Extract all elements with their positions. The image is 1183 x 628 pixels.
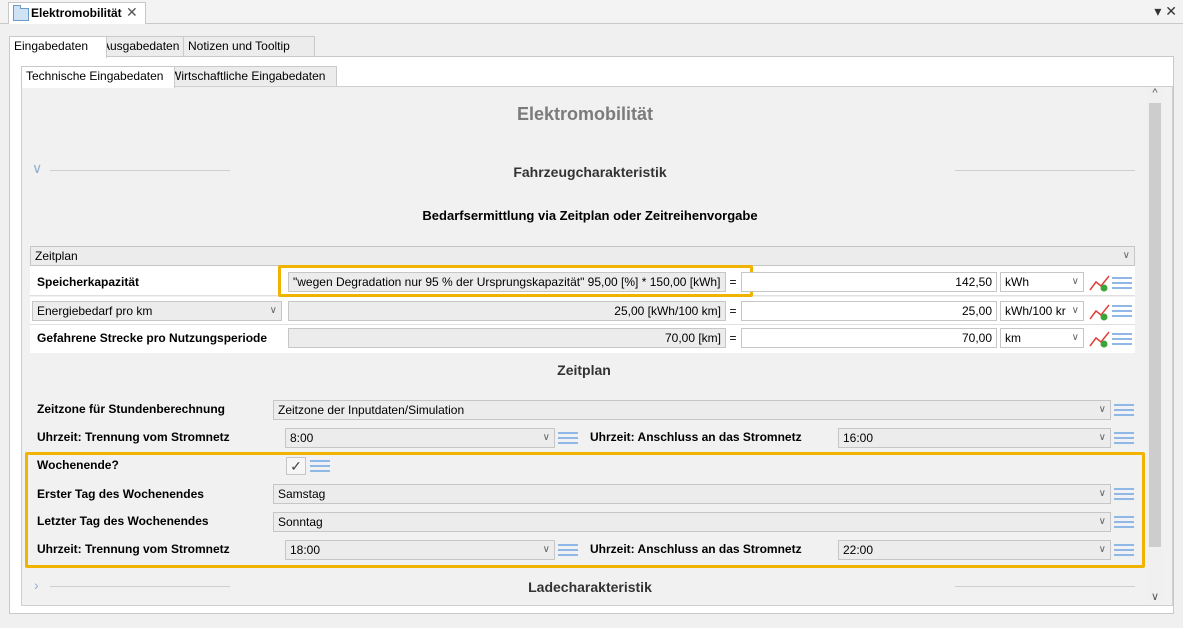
section-fahrzeugcharakteristik: Fahrzeugcharakteristik: [513, 164, 667, 180]
unit-value: kWh/100 kr: [1005, 304, 1066, 318]
select-trennung-wochenende-value: 18:00: [290, 543, 321, 557]
tab-technische-eingabedaten[interactable]: Technische Eingabedaten: [21, 66, 175, 88]
window-controls[interactable]: ▾ ✕: [1154, 3, 1177, 20]
close-icon[interactable]: ✕: [126, 4, 138, 21]
formula-speicherkapazitaet[interactable]: "wegen Degradation nur 95 % der Ursprung…: [288, 272, 726, 292]
chevron-down-icon: ∨: [1071, 332, 1079, 343]
chart-icon[interactable]: [1089, 330, 1111, 348]
chevron-down-icon: ∨: [269, 305, 277, 316]
label-anschluss-werktag: Uhrzeit: Anschluss an das Stromnetz: [590, 430, 802, 444]
unit-value: km: [1005, 331, 1021, 345]
main-tabs: Eingabedaten Ausgabedaten Notizen und To…: [9, 36, 315, 58]
list-icon[interactable]: [1112, 333, 1132, 347]
chevron-down-icon: ∨: [1071, 276, 1079, 287]
select-trennung-wochenende[interactable]: 18:00 ∨: [285, 540, 555, 560]
list-icon[interactable]: [1112, 277, 1132, 291]
value-speicherkapazitaet[interactable]: 142,50: [741, 272, 997, 292]
expand-chevron-icon[interactable]: ›: [34, 577, 39, 593]
unit-select-energiebedarf[interactable]: kWh/100 kr ∨: [1000, 301, 1084, 321]
chart-icon[interactable]: [1089, 274, 1111, 292]
formula-gefahrene-strecke[interactable]: 70,00 [km]: [288, 328, 726, 348]
label-zeitzone: Zeitzone für Stundenberechnung: [37, 402, 225, 416]
chevron-down-icon: ∨: [1098, 544, 1106, 555]
file-icon: [13, 5, 29, 21]
divider: [50, 586, 230, 587]
chevron-down-icon: ∨: [542, 544, 550, 555]
chevron-down-icon: ∨: [1071, 305, 1079, 316]
divider: [955, 586, 1135, 587]
mode-select[interactable]: Zeitplan ∨: [30, 246, 1135, 266]
select-zeitzone[interactable]: Zeitzone der Inputdaten/Simulation ∨: [273, 400, 1111, 420]
label-trennung-werktag: Uhrzeit: Trennung vom Stromnetz: [37, 430, 230, 444]
list-icon[interactable]: [310, 460, 330, 474]
page-title: Elektromobilität: [516, 104, 654, 124]
unit-select-gefahrene-strecke[interactable]: km ∨: [1000, 328, 1084, 348]
select-trennung-werktag-value: 8:00: [290, 431, 314, 445]
list-icon[interactable]: [1114, 488, 1134, 502]
scrollbar-thumb[interactable]: [1149, 103, 1161, 547]
chevron-down-icon: ∨: [1098, 488, 1106, 499]
select-anschluss-wochenende[interactable]: 22:00 ∨: [838, 540, 1111, 560]
chart-icon[interactable]: [1089, 303, 1111, 321]
document-tab[interactable]: Elektromobilität ✕: [8, 2, 146, 24]
list-icon[interactable]: [1114, 544, 1134, 558]
select-anschluss-werktag-value: 16:00: [843, 431, 874, 445]
list-icon[interactable]: [1114, 432, 1134, 446]
tab-ausgabedaten[interactable]: Ausgabedaten: [97, 36, 193, 57]
divider: [955, 170, 1135, 171]
chevron-down-icon: ∨: [542, 432, 550, 443]
tab-eingabedaten[interactable]: Eingabedaten: [9, 36, 107, 58]
label-trennung-wochenende: Uhrzeit: Trennung vom Stromnetz: [37, 542, 230, 556]
chevron-down-icon: ∨: [1098, 516, 1106, 527]
select-energiebedarf-value: Energiebedarf pro km: [37, 304, 153, 318]
scroll-up-icon[interactable]: ^: [1148, 87, 1162, 101]
title-bar: [0, 0, 1183, 24]
collapse-chevron-icon[interactable]: ∨: [32, 160, 42, 177]
unit-value: kWh: [1005, 275, 1029, 289]
label-erster-tag: Erster Tag des Wochenendes: [37, 487, 204, 501]
select-energiebedarf[interactable]: Energiebedarf pro km ∨: [32, 301, 282, 321]
value-energiebedarf[interactable]: 25,00: [741, 301, 997, 321]
equals-sign: =: [729, 275, 737, 289]
chevron-down-icon: ∨: [1122, 250, 1130, 261]
list-icon[interactable]: [558, 432, 578, 446]
list-icon[interactable]: [1114, 404, 1134, 418]
select-erster-tag-value: Samstag: [278, 487, 326, 501]
label-wochenende: Wochenende?: [37, 458, 119, 472]
sub-tabs: Technische Eingabedaten Wirtschaftliche …: [21, 66, 341, 88]
select-anschluss-wochenende-value: 22:00: [843, 543, 874, 557]
chevron-down-icon: ∨: [1098, 432, 1106, 443]
select-anschluss-werktag[interactable]: 16:00 ∨: [838, 428, 1111, 448]
mode-select-value: Zeitplan: [35, 249, 78, 263]
section-zeitplan: Zeitplan: [557, 362, 611, 378]
subsection-bedarfsermittlung: Bedarfsermittlung via Zeitplan oder Zeit…: [422, 208, 758, 223]
divider: [50, 170, 230, 171]
label-anschluss-wochenende: Uhrzeit: Anschluss an das Stromnetz: [590, 542, 802, 556]
label-letzter-tag: Letzter Tag des Wochenendes: [37, 514, 209, 528]
select-letzter-tag-value: Sonntag: [278, 515, 323, 529]
section-ladecharakteristik: Ladecharakteristik: [528, 579, 652, 595]
chevron-down-icon: ∨: [1098, 404, 1106, 415]
tab-notizen[interactable]: Notizen und Tooltip: [183, 36, 315, 57]
equals-sign: =: [729, 331, 737, 345]
formula-energiebedarf[interactable]: 25,00 [kWh/100 km]: [288, 301, 726, 321]
select-erster-tag[interactable]: Samstag ∨: [273, 484, 1111, 504]
select-letzter-tag[interactable]: Sonntag ∨: [273, 512, 1111, 532]
label-speicherkapazitaet: Speicherkapazität: [37, 275, 140, 289]
unit-select-speicherkapazitaet[interactable]: kWh ∨: [1000, 272, 1084, 292]
select-zeitzone-value: Zeitzone der Inputdaten/Simulation: [278, 403, 465, 417]
list-icon[interactable]: [558, 544, 578, 558]
select-trennung-werktag[interactable]: 8:00 ∨: [285, 428, 555, 448]
tab-wirtschaftliche-eingabedaten[interactable]: Wirtschaftliche Eingabedaten: [165, 66, 337, 87]
value-gefahrene-strecke[interactable]: 70,00: [741, 328, 997, 348]
label-gefahrene-strecke: Gefahrene Strecke pro Nutzungsperiode: [37, 331, 268, 345]
scroll-down-icon[interactable]: ∨: [1148, 590, 1162, 604]
document-tab-title: Elektromobilität: [31, 6, 122, 20]
list-icon[interactable]: [1114, 516, 1134, 530]
list-icon[interactable]: [1112, 305, 1132, 319]
checkbox-icon[interactable]: ✓: [286, 457, 306, 475]
equals-sign: =: [729, 304, 737, 318]
